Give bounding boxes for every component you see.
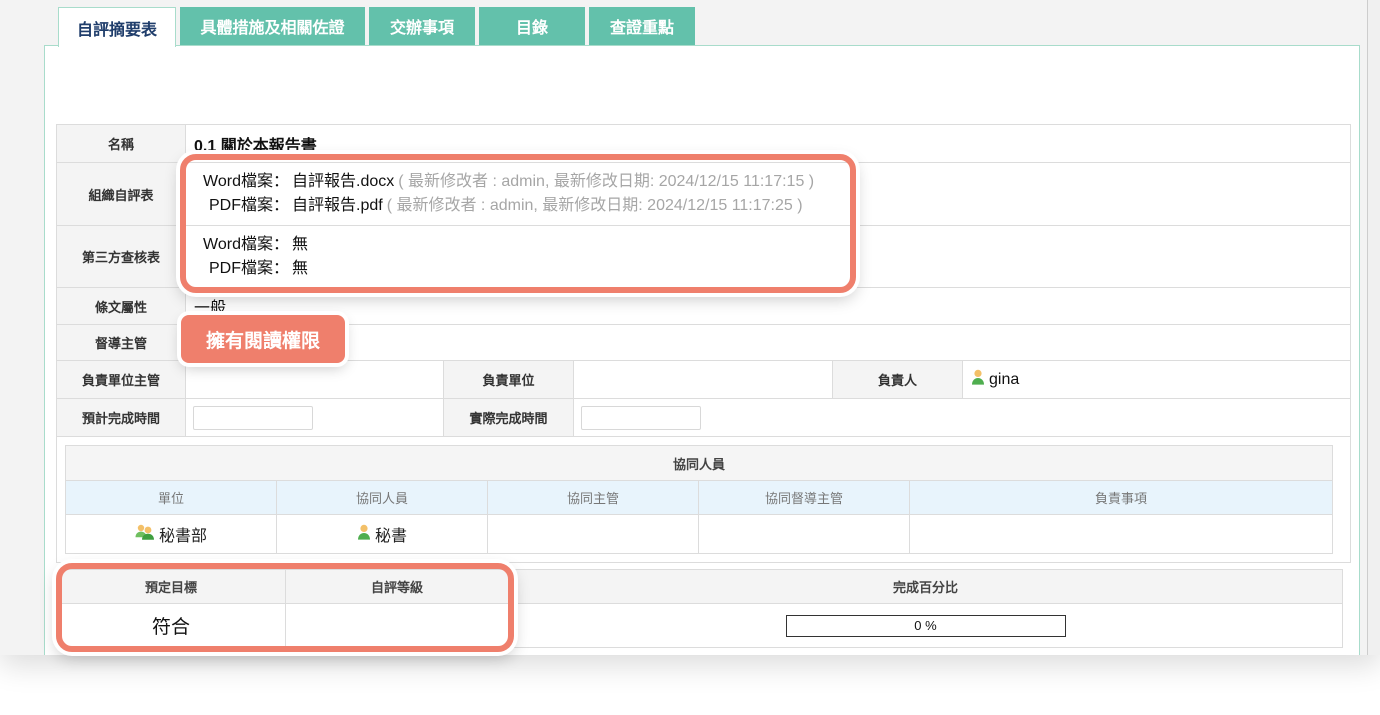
table-row: 符合 0 % (56, 603, 1343, 648)
table-row: 秘書部 秘書 (65, 514, 1334, 554)
table-row: 協同人員 單位 協同人員 協同主管 協同督導主管 負責事項 秘書部 秘書 (55, 436, 1352, 563)
actual-date-input[interactable] (581, 405, 701, 430)
org-pdf-file-link[interactable]: 自評報告.pdf (292, 197, 383, 214)
col-unit: 單位 (65, 480, 277, 515)
actual-date-label: 實際完成時間 (443, 398, 574, 437)
table-row: 預定目標 自評等級 完成百分比 (56, 569, 1343, 604)
table-row: 第三方查核表 Word檔案：無 PDF檔案：無 (56, 225, 1352, 288)
collab-co-director-cell (698, 514, 910, 554)
actual-date-cell (572, 398, 1352, 437)
tab-contents[interactable]: 目錄 (479, 7, 585, 45)
org-word-file-line: Word檔案： 自評報告.docx( 最新修改者 : admin, 最新修改日期:… (194, 170, 1342, 194)
tab-self-eval-summary[interactable]: 自評摘要表 (58, 7, 176, 47)
col-completion: 完成百分比 (508, 569, 1343, 604)
owner-label: 負責人 (832, 360, 963, 399)
supervisor-label: 督導主管 (56, 324, 186, 361)
collab-co-supervisor-cell (487, 514, 699, 554)
collaborators-table: 協同人員 單位 協同人員 協同主管 協同督導主管 負責事項 秘書部 秘書 (64, 445, 1334, 554)
tab-verification-points[interactable]: 查證重點 (589, 7, 695, 45)
third-pdf-file-label: PDF檔案： (208, 259, 289, 277)
user-icon (357, 524, 371, 545)
third-word-file-line: Word檔案：無 (194, 233, 1342, 257)
org-pdf-file-meta: ( 最新修改者 : admin, 最新修改日期: 2024/12/15 11:1… (386, 197, 803, 214)
tab-measures-evidence[interactable]: 具體措施及相關佐證 (180, 7, 365, 45)
collaborators-title: 協同人員 (64, 445, 1334, 481)
col-member: 協同人員 (276, 480, 488, 515)
unit-head-value (185, 360, 444, 399)
target-value: 符合 (56, 603, 286, 648)
group-icon (135, 524, 155, 545)
collab-unit-cell: 秘書部 (65, 514, 277, 554)
org-self-eval-files: Word檔案： 自評報告.docx( 最新修改者 : admin, 最新修改日期:… (184, 162, 1352, 226)
owner-value: gina (961, 360, 1352, 399)
unit-label: 負責單位 (443, 360, 574, 399)
collab-member-name: 秘書 (374, 528, 407, 545)
collab-unit-name: 秘書部 (158, 528, 207, 545)
article-attr-value: 一般 (184, 287, 1352, 325)
supervisor-value (184, 324, 1352, 361)
name-label: 名稱 (56, 124, 186, 163)
collab-member-cell: 秘書 (276, 514, 488, 554)
self-eval-level-value (285, 603, 509, 648)
planned-date-input[interactable] (193, 405, 313, 430)
unit-value (573, 360, 833, 399)
table-row: 名稱 0.1 關於本報告書 (56, 124, 1352, 163)
org-word-file-label: Word檔案： (203, 173, 289, 190)
org-word-file-meta: ( 最新修改者 : admin, 最新修改日期: 2024/12/15 11:1… (398, 173, 815, 190)
table-row: 單位 協同人員 協同主管 協同督導主管 負責事項 (65, 480, 1334, 515)
collaborators-container: 協同人員 單位 協同人員 協同主管 協同督導主管 負責事項 秘書部 秘書 (55, 436, 1352, 563)
third-pdf-file-value: 無 (292, 259, 309, 277)
user-icon (971, 369, 985, 390)
third-word-file-label: Word檔案： (203, 235, 289, 253)
vertical-scrollbar[interactable] (1367, 0, 1380, 655)
tab-assigned-items[interactable]: 交辦事項 (369, 7, 475, 45)
table-row: 預計完成時間 實際完成時間 (56, 398, 1352, 437)
collab-unit: 秘書部 (135, 522, 207, 546)
org-word-file-link[interactable]: 自評報告.docx (292, 173, 394, 190)
org-self-eval-label: 組織自評表 (56, 162, 186, 226)
permission-badge: 擁有閱讀權限 (181, 315, 345, 363)
table-row: 負責單位主管 負責單位 負責人 gina (56, 360, 1352, 399)
name-value: 0.1 關於本報告書 (184, 124, 1352, 163)
table-row: 組織自評表 Word檔案： 自評報告.docx( 最新修改者 : admin, 最… (56, 162, 1352, 226)
org-pdf-file-line: PDF檔案： 自評報告.pdf( 最新修改者 : admin, 最新修改日期: 2… (194, 194, 1342, 218)
col-responsibility: 負責事項 (908, 480, 1334, 515)
article-attr-label: 條文屬性 (56, 287, 186, 325)
collab-responsibility-cell (908, 514, 1334, 554)
owner-name: gina (989, 370, 1020, 388)
planned-date-label: 預計完成時間 (56, 398, 186, 437)
progress-bar: 0 % (785, 614, 1066, 637)
planned-date-cell (185, 398, 444, 437)
progress-cell: 0 % (508, 603, 1343, 648)
table-row: 協同人員 (64, 445, 1334, 481)
owner-person: gina (971, 369, 1019, 390)
collab-member: 秘書 (357, 522, 407, 546)
org-pdf-file-label: PDF檔案： (208, 197, 289, 214)
col-co-director: 協同督導主管 (698, 480, 910, 515)
col-self-eval-level: 自評等級 (285, 569, 509, 604)
third-party-files: Word檔案：無 PDF檔案：無 (184, 225, 1352, 288)
goals-table: 預定目標 自評等級 完成百分比 符合 0 % (56, 569, 1343, 648)
unit-head-label: 負責單位主管 (56, 360, 186, 399)
col-co-supervisor: 協同主管 (487, 480, 699, 515)
third-party-label: 第三方查核表 (56, 225, 186, 288)
progress-text: 0 % (914, 618, 937, 633)
col-target: 預定目標 (56, 569, 286, 604)
third-pdf-file-line: PDF檔案：無 (194, 257, 1342, 281)
third-word-file-value: 無 (292, 235, 309, 253)
